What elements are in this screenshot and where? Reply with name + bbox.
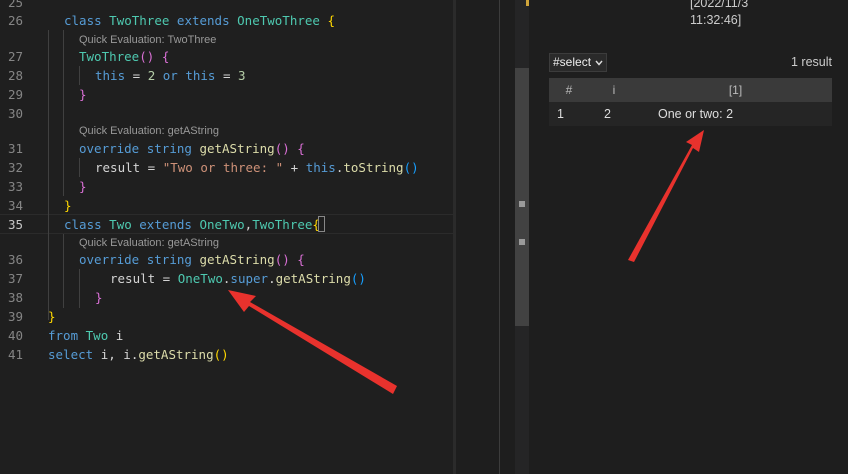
code-line-37[interactable]: result = OneTwo.super.getAString() bbox=[110, 269, 366, 288]
table-row[interactable]: 1 2 One or two: 2 bbox=[549, 102, 832, 126]
line-number: 30 bbox=[7, 106, 23, 121]
code-line-39[interactable]: } bbox=[48, 307, 56, 326]
code-line-29[interactable]: } bbox=[79, 85, 87, 104]
code-line-32[interactable]: result = "Two or three: " + this.toStrin… bbox=[95, 158, 419, 177]
code-line-31[interactable]: override string getAString() { bbox=[79, 139, 305, 158]
column-header[interactable]: i bbox=[589, 78, 639, 102]
row-index-cell: 1 bbox=[557, 107, 564, 121]
table-cell[interactable]: 2 bbox=[589, 102, 639, 126]
code-line-34[interactable]: } bbox=[64, 196, 72, 215]
quick-evaluation-lens[interactable]: Quick Evaluation: getAString bbox=[79, 235, 219, 251]
code-line-36[interactable]: override string getAString() { bbox=[79, 250, 305, 269]
quick-evaluation-lens[interactable]: Quick Evaluation: getAString bbox=[79, 123, 219, 139]
code-line-38[interactable]: } bbox=[95, 288, 103, 307]
bracket-match-highlight bbox=[318, 216, 325, 232]
chevron-down-icon bbox=[595, 60, 603, 66]
query-timestamp: [2022/11/3 11:32:46] bbox=[690, 0, 749, 27]
panel-gap bbox=[456, 0, 516, 474]
code-editor[interactable]: 25 26 27 28 29 30 31 32 33 34 35 36 37 3… bbox=[0, 0, 453, 474]
table-header: # i [1] bbox=[549, 78, 832, 102]
panel-border bbox=[499, 0, 500, 474]
scrollbar-thumb[interactable] bbox=[515, 68, 529, 326]
quick-evaluation-lens[interactable]: Quick Evaluation: TwoThree bbox=[79, 32, 216, 48]
column-header[interactable]: # bbox=[549, 78, 589, 102]
scroll-marker bbox=[519, 201, 525, 207]
result-count: 1 result bbox=[791, 55, 832, 69]
code-line-33[interactable]: } bbox=[79, 177, 87, 196]
code-line-27[interactable]: TwoThree() { bbox=[79, 47, 169, 66]
scroll-indicator bbox=[526, 0, 529, 6]
result-set-select[interactable]: #select bbox=[549, 53, 608, 72]
column-header[interactable]: [1] bbox=[639, 78, 832, 102]
query-results-panel: [2022/11/3 11:32:46] #select 1 result # … bbox=[530, 0, 848, 474]
code-line-41[interactable]: select i, i.getAString() bbox=[48, 345, 229, 364]
code-line-28[interactable]: this = 2 or this = 3 bbox=[95, 66, 246, 85]
code-line-40[interactable]: from Two i bbox=[48, 326, 123, 345]
results-table: # i [1] 1 2 One or two: 2 bbox=[549, 78, 832, 126]
scroll-marker bbox=[519, 239, 525, 245]
code-line-26[interactable]: class TwoThree extends OneTwoThree { bbox=[64, 11, 335, 30]
table-cell[interactable]: One or two: 2 bbox=[639, 102, 832, 126]
code-line-35[interactable]: class Two extends OneTwo,TwoThree{ bbox=[64, 215, 320, 234]
